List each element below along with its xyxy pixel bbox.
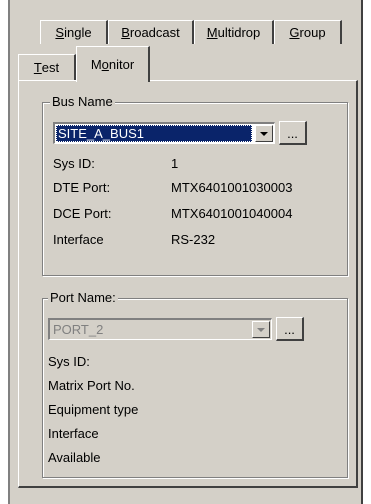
tab-single-label: ingle	[64, 25, 92, 40]
chevron-down-icon	[257, 327, 265, 332]
tab-broadcast-label: roadcast	[129, 25, 180, 40]
port-name-combo[interactable]: PORT_2	[48, 318, 272, 340]
bus-dte-port-label: DTE Port:	[53, 180, 111, 195]
tab-group[interactable]: Group	[274, 20, 342, 44]
monitor-dialog: Single Broadcast Multidrop Group Test Mo…	[0, 0, 371, 504]
bus-name-dropdown-button[interactable]	[255, 125, 273, 142]
port-available-label: Available	[48, 450, 101, 465]
bus-sysid-label: Sys ID:	[53, 156, 95, 171]
tab-test-label: est	[41, 60, 60, 75]
port-matrix-port-label: Matrix Port No.	[48, 378, 135, 393]
tab-test[interactable]: Test	[18, 54, 76, 80]
bus-name-combo[interactable]: SITE_A_BUS1	[53, 122, 275, 144]
tab-monitor-label: nitor	[108, 57, 135, 72]
port-sysid-label: Sys ID:	[48, 354, 90, 369]
chevron-down-icon	[260, 131, 268, 136]
bus-name-group-label: Bus Name	[50, 94, 115, 109]
tab-group-mnemonic: G	[289, 25, 300, 40]
tab-test-mnemonic: T	[33, 60, 42, 75]
tab-single-mnemonic: S	[55, 25, 65, 40]
bus-sysid-value: 1	[171, 156, 179, 171]
port-interface-label: Interface	[48, 426, 99, 441]
bus-name-browse-button[interactable]: ...	[279, 121, 307, 145]
tab-monitor-mnemonic: o	[101, 57, 109, 72]
bus-dte-port-value: MTX6401001030003	[171, 180, 293, 195]
bus-name-value: SITE_A_BUS1	[56, 125, 252, 142]
port-name-browse-button[interactable]: ...	[276, 317, 304, 341]
port-equipment-type-label: Equipment type	[48, 402, 139, 417]
bus-dce-port-value: MTX6401001040004	[171, 206, 293, 221]
tab-broadcast-mnemonic: B	[121, 25, 130, 40]
tab-multidrop-label: ultidrop	[217, 25, 261, 40]
tab-multidrop-mnemonic: M	[206, 25, 218, 40]
tab-monitor-prefix: M	[90, 57, 102, 72]
bus-interface-value: RS-232	[171, 232, 216, 247]
tab-single[interactable]: Single	[40, 20, 108, 44]
tab-group-label: roup	[299, 25, 326, 40]
port-name-value: PORT_2	[51, 321, 249, 338]
port-name-group-label: Port Name:	[48, 290, 118, 305]
tab-monitor[interactable]: Mo nitor	[76, 46, 150, 82]
bus-interface-label: Interface	[53, 232, 104, 247]
bus-dce-port-label: DCE Port:	[53, 206, 112, 221]
tab-multidrop[interactable]: Multidrop	[194, 20, 274, 44]
tab-broadcast[interactable]: Broadcast	[108, 20, 194, 44]
port-name-dropdown-button[interactable]	[252, 321, 270, 338]
